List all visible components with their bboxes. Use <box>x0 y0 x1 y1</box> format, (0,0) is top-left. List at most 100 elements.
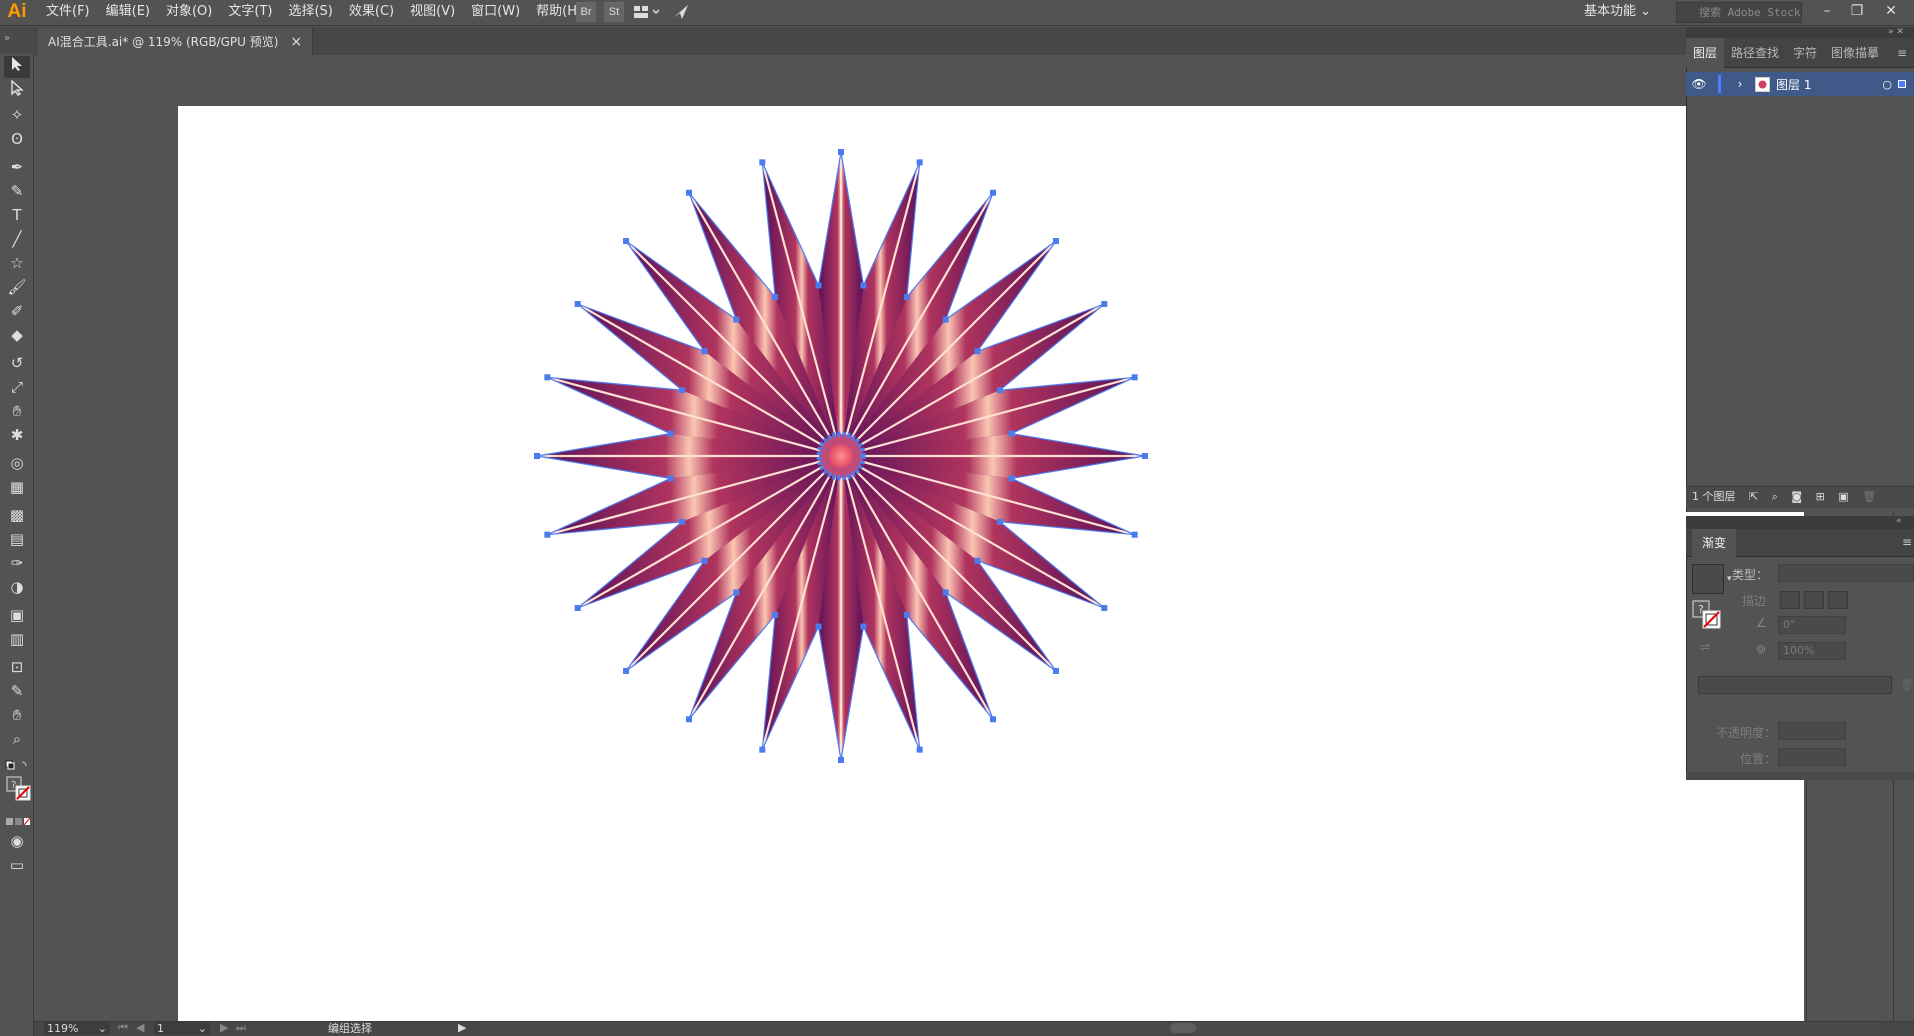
anchor-point[interactable] <box>838 149 844 155</box>
menu-object[interactable]: 对象(O) <box>158 0 220 26</box>
anchor-point[interactable] <box>667 430 674 437</box>
anchor-point[interactable] <box>942 316 949 323</box>
anchor-point[interactable] <box>916 746 923 753</box>
anchor-point[interactable] <box>838 757 844 763</box>
anchor-point[interactable] <box>701 348 708 355</box>
anchor-point[interactable] <box>1131 531 1138 538</box>
gradient-panel-title[interactable]: 渐变 <box>1692 529 1737 557</box>
anchor-point[interactable] <box>623 667 630 674</box>
stock-search-input[interactable]: 搜索 Adobe Stock <box>1676 2 1802 23</box>
tab-image-trace[interactable]: 图像描摹 <box>1824 38 1886 68</box>
tab-pathfinder[interactable]: 路径查找 <box>1724 38 1786 68</box>
anchor-point[interactable] <box>686 189 692 196</box>
anchor-point[interactable] <box>1052 667 1059 674</box>
gradient-tool[interactable]: ▤ <box>4 528 30 550</box>
menu-window[interactable]: 窗口(W) <box>463 0 528 26</box>
column-graph-tool[interactable]: ▥ <box>4 628 30 650</box>
anchor-point[interactable] <box>815 623 822 630</box>
restore-button[interactable]: ❐ <box>1842 0 1872 24</box>
artboard-tool[interactable]: ⊡ <box>4 656 30 678</box>
menu-select[interactable]: 选择(S) <box>280 0 340 26</box>
menu-effect[interactable]: 效果(C) <box>341 0 402 26</box>
menu-view[interactable]: 视图(V) <box>402 0 463 26</box>
stock-button[interactable]: St <box>604 2 624 22</box>
delete-layer-icon[interactable]: 🗑︎ <box>1862 490 1876 503</box>
scale-tool[interactable]: ⤢ <box>4 376 30 398</box>
eyedropper-tool[interactable]: ✑ <box>4 552 30 574</box>
anchor-point[interactable] <box>903 611 910 618</box>
perspective-grid-tool[interactable]: ▦ <box>4 476 30 498</box>
anchor-point[interactable] <box>544 374 551 381</box>
arrange-documents-icon[interactable] <box>632 2 662 22</box>
anchor-point[interactable] <box>772 611 779 618</box>
gradient-type-select[interactable] <box>1778 564 1914 582</box>
artboard-number-field[interactable]: 1 ⌄ <box>154 1022 210 1035</box>
document-tab[interactable]: AI混合工具.ai* @ 119% (RGB/GPU 预览) × <box>38 28 314 55</box>
tab-character[interactable]: 字符 <box>1786 38 1824 68</box>
new-sublayer-icon[interactable]: ⊞ <box>1816 490 1825 503</box>
magic-wand-tool[interactable]: ✧ <box>4 104 30 126</box>
blend-star-artwork[interactable] <box>178 106 1804 1021</box>
anchor-point[interactable] <box>903 294 910 301</box>
anchor-point[interactable] <box>996 518 1003 525</box>
target-icon[interactable]: ○ <box>1882 78 1892 91</box>
status-menu-arrow-icon[interactable]: ▶ <box>458 1021 466 1034</box>
anchor-point[interactable] <box>916 159 923 166</box>
menu-file[interactable]: 文件(F) <box>38 0 98 26</box>
collapse-gradient-icon[interactable]: « <box>1896 516 1902 526</box>
eraser-tool[interactable]: ◆ <box>4 324 30 346</box>
anchor-point[interactable] <box>974 348 981 355</box>
anchor-point[interactable] <box>860 282 867 289</box>
toolbar-collapse-handle[interactable]: » <box>0 27 34 54</box>
anchor-point[interactable] <box>1131 374 1138 381</box>
stroke-across-button[interactable] <box>1828 591 1848 609</box>
color-mode-buttons[interactable] <box>5 816 31 830</box>
anchor-point[interactable] <box>574 301 581 307</box>
panel-menu-icon[interactable]: ≡ <box>1890 38 1914 68</box>
anchor-point[interactable] <box>733 316 740 323</box>
anchor-point[interactable] <box>534 453 540 459</box>
tab-layers[interactable]: 图层 <box>1686 37 1725 68</box>
gradient-panel-menu-icon[interactable]: ≡ <box>1902 535 1912 549</box>
anchor-point[interactable] <box>1052 238 1059 245</box>
rotate-tool[interactable]: ↺ <box>4 352 30 374</box>
anchor-point[interactable] <box>1101 605 1108 611</box>
fill-stroke-swatch[interactable]: ? <box>6 776 32 805</box>
direct-selection-tool[interactable] <box>4 79 30 102</box>
drawing-mode-icon[interactable]: ◉ <box>4 830 30 852</box>
anchor-point[interactable] <box>990 716 996 723</box>
horizontal-scroll-thumb[interactable] <box>1170 1023 1196 1033</box>
anchor-point[interactable] <box>679 387 686 394</box>
stroke-within-button[interactable] <box>1780 591 1800 609</box>
reverse-gradient-icon[interactable]: ⇌ <box>1700 640 1710 654</box>
stroke-along-button[interactable] <box>1804 591 1824 609</box>
locate-object-icon[interactable]: ⌕ <box>1772 490 1778 503</box>
gradient-panel-resize-bar[interactable] <box>1686 772 1914 780</box>
anchor-point[interactable] <box>623 238 630 245</box>
shape-builder-tool[interactable]: ◎ <box>4 452 30 474</box>
puppet-warp-tool[interactable]: ✱ <box>4 424 30 446</box>
menu-edit[interactable]: 编辑(E) <box>98 0 158 26</box>
close-window-button[interactable]: ✕ <box>1876 0 1906 24</box>
anchor-point[interactable] <box>815 282 822 289</box>
anchor-point[interactable] <box>974 557 981 564</box>
anchor-point[interactable] <box>544 531 551 538</box>
minimize-button[interactable]: – <box>1812 0 1842 24</box>
anchor-point[interactable] <box>1142 453 1148 459</box>
line-tool[interactable]: ╱ <box>4 228 30 250</box>
expand-arrow-icon[interactable]: › <box>1729 77 1751 91</box>
angle-field[interactable]: 0° <box>1778 616 1846 634</box>
anchor-point[interactable] <box>860 623 867 630</box>
opacity-field[interactable] <box>1778 722 1846 740</box>
symbol-sprayer-tool[interactable]: ▣ <box>4 604 30 626</box>
anchor-point[interactable] <box>759 746 766 753</box>
layer-row[interactable]: 👁︎ › 图层 1 ○ <box>1686 72 1914 96</box>
anchor-point[interactable] <box>996 387 1003 394</box>
paintbrush-tool[interactable]: 🖌︎ <box>4 276 30 298</box>
position-field[interactable] <box>1778 748 1846 766</box>
aspect-ratio-field[interactable]: 100% <box>1778 642 1846 660</box>
menu-type[interactable]: 文字(T) <box>220 0 280 26</box>
anchor-point[interactable] <box>759 159 766 166</box>
pen-tool[interactable]: ✒ <box>4 156 30 178</box>
anchor-point[interactable] <box>686 716 692 723</box>
